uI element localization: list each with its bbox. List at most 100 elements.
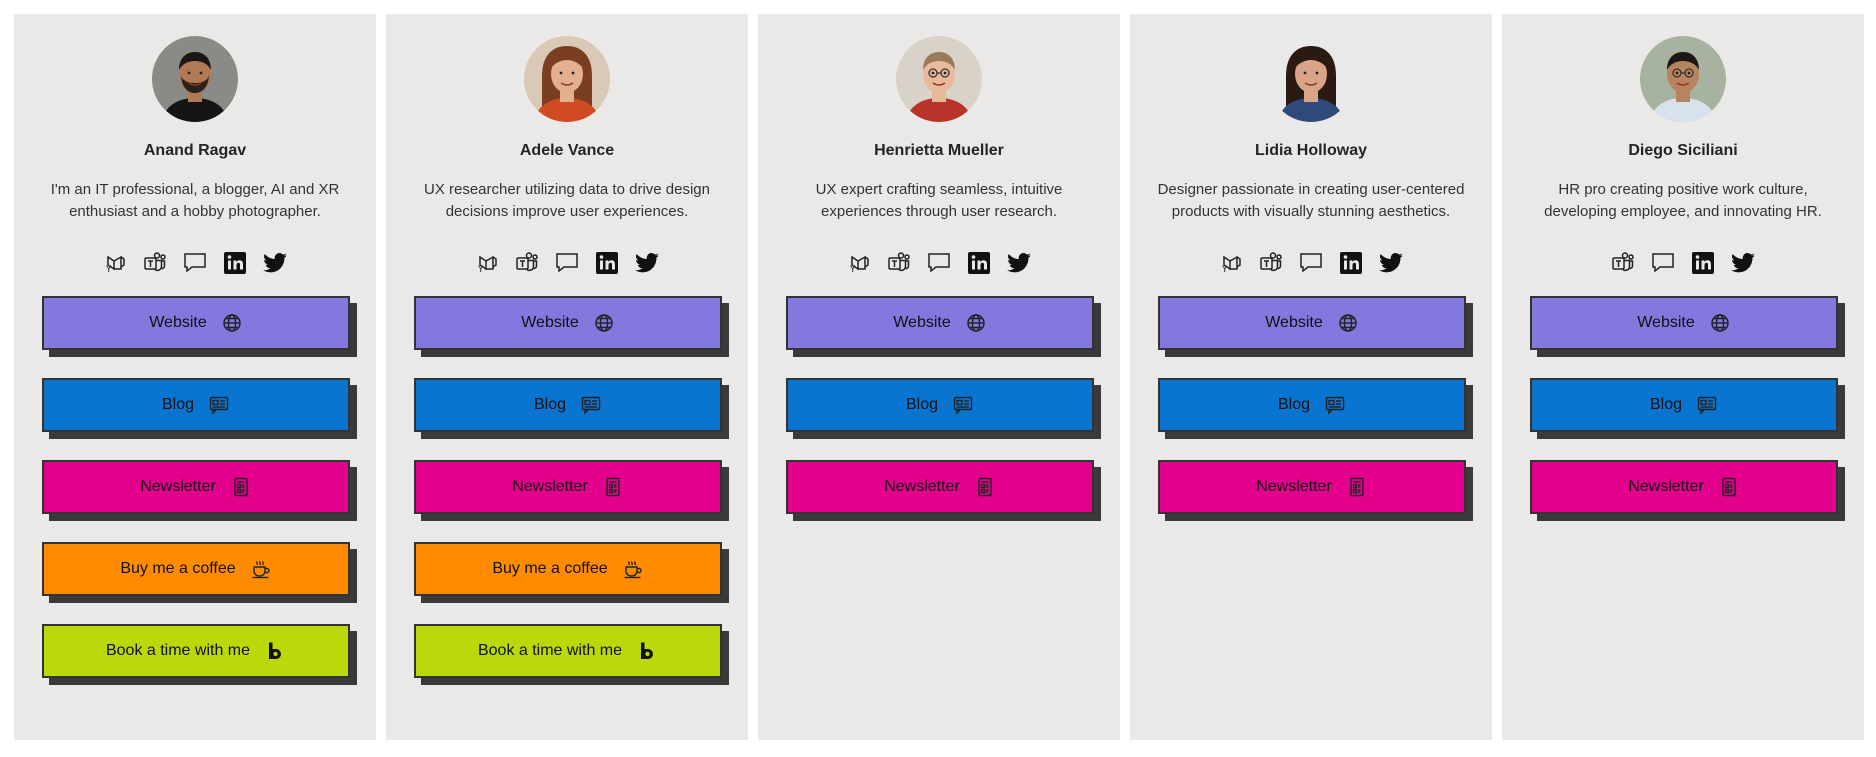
profile-bio: UX researcher utilizing data to drive de… [424, 181, 710, 220]
linkedin-icon[interactable] [966, 250, 992, 276]
website-button[interactable]: Website [1158, 296, 1466, 350]
profile-name: Anand Ragav [143, 142, 247, 159]
chat-icon[interactable] [182, 250, 208, 276]
viva-engage-icon[interactable]: Y [1218, 250, 1244, 276]
news-icon [1696, 394, 1718, 416]
linkedin-icon[interactable] [1690, 250, 1716, 276]
newsletter-button[interactable]: Newsletter [786, 460, 1094, 514]
chat-icon[interactable] [554, 250, 580, 276]
newsletter-button[interactable]: Newsletter [42, 460, 350, 514]
twitter-icon[interactable] [634, 250, 660, 276]
viva-engage-icon[interactable]: Y [102, 250, 128, 276]
social-links: Y [386, 250, 748, 280]
social-links: Y [14, 250, 376, 280]
blog-button[interactable]: Blog [42, 378, 350, 432]
newsletter-button[interactable]: Newsletter [1158, 460, 1466, 514]
svg-text:Y: Y [105, 265, 112, 275]
button-label: Blog [905, 396, 939, 413]
news-icon [208, 394, 230, 416]
linkedin-icon[interactable] [1338, 250, 1364, 276]
button-label: Blog [1649, 396, 1683, 413]
chat-icon[interactable] [1650, 250, 1676, 276]
profile-bio: Designer passionate in creating user-cen… [1157, 181, 1465, 220]
chat-icon[interactable] [926, 250, 952, 276]
teams-icon[interactable] [514, 250, 540, 276]
document-icon [230, 476, 252, 498]
avatar [152, 36, 238, 122]
chat-icon[interactable] [1298, 250, 1324, 276]
avatar [524, 36, 610, 122]
button-label: Website [149, 314, 207, 331]
teams-icon[interactable] [1258, 250, 1284, 276]
linkedin-icon[interactable] [222, 250, 248, 276]
bookings-icon [264, 640, 286, 662]
profile-card: Henrietta Mueller UX expert crafting seam… [758, 14, 1120, 740]
profile-bio: UX expert crafting seamless, intuitive e… [815, 181, 1063, 220]
blog-button[interactable]: Blog [786, 378, 1094, 432]
document-icon [1718, 476, 1740, 498]
twitter-icon[interactable] [1006, 250, 1032, 276]
teams-icon[interactable] [1610, 250, 1636, 276]
profile-card: Diego Siciliani HR pro creating positive … [1502, 14, 1864, 740]
coffee-icon [250, 558, 272, 580]
linkedin-icon[interactable] [594, 250, 620, 276]
twitter-icon[interactable] [1378, 250, 1404, 276]
globe-icon [1709, 312, 1731, 334]
globe-icon [221, 312, 243, 334]
website-button[interactable]: Website [414, 296, 722, 350]
bookings-icon [636, 640, 658, 662]
profile-bio: I'm an IT professional, a blogger, AI an… [50, 181, 340, 220]
social-links: Y [758, 250, 1120, 280]
globe-icon [965, 312, 987, 334]
button-label: Book a time with me [477, 642, 623, 659]
twitter-icon[interactable] [262, 250, 288, 276]
button-label: Website [1637, 314, 1695, 331]
button-label: Blog [161, 396, 195, 413]
blog-button[interactable]: Blog [1530, 378, 1838, 432]
button-label: Buy me a coffee [120, 560, 236, 577]
button-label: Book a time with me [105, 642, 251, 659]
social-links: Y [1130, 250, 1492, 280]
blog-button[interactable]: Blog [1158, 378, 1466, 432]
button-label: Blog [1277, 396, 1311, 413]
blog-button[interactable]: Blog [414, 378, 722, 432]
button-label: Website [521, 314, 579, 331]
profile-name: Lidia Holloway [1254, 142, 1367, 159]
website-button[interactable]: Website [786, 296, 1094, 350]
profile-card: Anand Ragav I'm an IT professional, a blo… [14, 14, 376, 740]
newsletter-button[interactable]: Newsletter [414, 460, 722, 514]
svg-text:Y: Y [849, 265, 856, 275]
website-button[interactable]: Website [1530, 296, 1838, 350]
svg-text:Y: Y [1221, 265, 1228, 275]
button-label: Newsletter [512, 478, 588, 495]
book-a-time-button[interactable]: Book a time with me [414, 624, 722, 678]
buy-me-a-coffee-button[interactable]: Buy me a coffee [42, 542, 350, 596]
profile-card: Adele Vance UX researcher utilizing data … [386, 14, 748, 740]
avatar [896, 36, 982, 122]
button-label: Newsletter [140, 478, 216, 495]
book-a-time-button[interactable]: Book a time with me [42, 624, 350, 678]
news-icon [952, 394, 974, 416]
button-label: Newsletter [1628, 478, 1704, 495]
button-label: Blog [533, 396, 567, 413]
viva-engage-icon[interactable]: Y [846, 250, 872, 276]
button-label: Buy me a coffee [492, 560, 608, 577]
profile-card: Lidia Holloway Designer passionate in cre… [1130, 14, 1492, 740]
button-label: Website [1265, 314, 1323, 331]
profile-name: Diego Siciliani [1628, 142, 1738, 159]
globe-icon [593, 312, 615, 334]
newsletter-button[interactable]: Newsletter [1530, 460, 1838, 514]
buy-me-a-coffee-button[interactable]: Buy me a coffee [414, 542, 722, 596]
teams-icon[interactable] [142, 250, 168, 276]
document-icon [602, 476, 624, 498]
teams-icon[interactable] [886, 250, 912, 276]
globe-icon [1337, 312, 1359, 334]
viva-engage-icon[interactable]: Y [474, 250, 500, 276]
news-icon [1324, 394, 1346, 416]
twitter-icon[interactable] [1730, 250, 1756, 276]
profile-bio: HR pro creating positive work culture, d… [1544, 181, 1822, 220]
website-button[interactable]: Website [42, 296, 350, 350]
document-icon [1346, 476, 1368, 498]
social-links [1502, 250, 1864, 280]
news-icon [580, 394, 602, 416]
